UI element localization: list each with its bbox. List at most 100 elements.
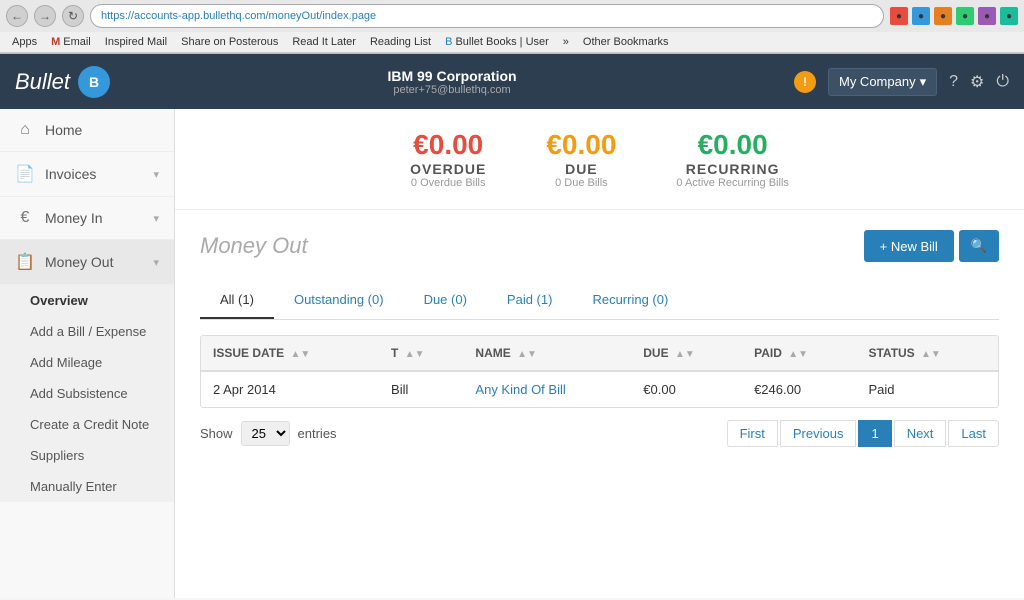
summary-overdue: €0.00 OVERDUE 0 Overdue Bills xyxy=(410,129,486,189)
browser-icons: ● ● ● ● ● ● xyxy=(890,7,1018,25)
next-page-button[interactable]: Next xyxy=(894,420,947,447)
settings-button[interactable]: ⚙ xyxy=(970,72,984,92)
sidebar-item-money-in[interactable]: € Money In ▾ xyxy=(0,197,174,240)
tab-recurring[interactable]: Recurring (0) xyxy=(572,282,688,319)
cell-type: Bill xyxy=(379,371,463,407)
tab-due[interactable]: Due (0) xyxy=(404,282,487,319)
show-label: Show xyxy=(200,426,233,441)
header-actions: + New Bill 🔍 xyxy=(864,230,999,262)
sidebar-sub-credit-note[interactable]: Create a Credit Note xyxy=(0,409,174,440)
sidebar-sub-menu: Overview Add a Bill / Expense Add Mileag… xyxy=(0,285,174,502)
recurring-amount: €0.00 xyxy=(676,129,789,161)
search-button[interactable]: 🔍 xyxy=(959,230,999,262)
new-bill-button[interactable]: + New Bill xyxy=(864,230,954,262)
money-out-icon: 📋 xyxy=(15,252,35,272)
sidebar-sub-add-bill[interactable]: Add a Bill / Expense xyxy=(0,316,174,347)
invoices-icon: 📄 xyxy=(15,164,35,184)
sidebar-money-out-label: Money Out xyxy=(45,254,113,270)
first-page-button[interactable]: First xyxy=(727,420,778,447)
sidebar-sub-suppliers[interactable]: Suppliers xyxy=(0,440,174,471)
money-out-arrow: ▾ xyxy=(153,256,159,269)
sidebar-sub-overview[interactable]: Overview xyxy=(0,285,174,316)
sidebar-item-invoices[interactable]: 📄 Invoices ▾ xyxy=(0,152,174,197)
app-container: Bullet B IBM 99 Corporation peter+75@bul… xyxy=(0,54,1024,598)
company-name: IBM 99 Corporation xyxy=(387,68,516,84)
back-button[interactable]: ← xyxy=(6,5,28,27)
sort-icon-type: ▲▼ xyxy=(405,349,425,360)
browser-chrome: ← → ↻ https://accounts-app.bullethq.com/… xyxy=(0,0,1024,54)
due-amount: €0.00 xyxy=(546,129,616,161)
bookmark-more[interactable]: » xyxy=(557,34,575,50)
cell-status: Paid xyxy=(856,371,998,407)
browser-icon-6: ● xyxy=(1000,7,1018,25)
main-area: ⌂ Home 📄 Invoices ▾ € Money In ▾ 📋 Money… xyxy=(0,109,1024,598)
col-name[interactable]: NAME ▲▼ xyxy=(463,336,631,371)
overdue-label: OVERDUE xyxy=(410,161,486,177)
bookmark-apps[interactable]: Apps xyxy=(6,34,43,50)
browser-toolbar: ← → ↻ https://accounts-app.bullethq.com/… xyxy=(0,0,1024,32)
my-company-button[interactable]: My Company ▾ xyxy=(828,68,937,96)
sidebar-sub-add-mileage[interactable]: Add Mileage xyxy=(0,347,174,378)
bookmark-bullet[interactable]: BBullet Books | User xyxy=(439,34,555,50)
bookmark-other[interactable]: Other Bookmarks xyxy=(577,34,675,50)
col-paid[interactable]: PAID ▲▼ xyxy=(742,336,856,371)
previous-page-button[interactable]: Previous xyxy=(780,420,857,447)
browser-icon-3: ● xyxy=(934,7,952,25)
entries-select[interactable]: 25 xyxy=(241,421,290,446)
refresh-button[interactable]: ↻ xyxy=(62,5,84,27)
table-container: ISSUE DATE ▲▼ T ▲▼ NAME ▲▼ xyxy=(200,335,999,408)
invoices-arrow: ▾ xyxy=(153,168,159,181)
home-icon: ⌂ xyxy=(15,121,35,139)
nav-right: ! My Company ▾ ? ⚙ ⏻ xyxy=(794,68,1009,96)
show-entries: Show 25 entries xyxy=(200,421,337,446)
bookmark-posterous[interactable]: Share on Posterous xyxy=(175,34,284,50)
tab-outstanding[interactable]: Outstanding (0) xyxy=(274,282,404,319)
bills-table: ISSUE DATE ▲▼ T ▲▼ NAME ▲▼ xyxy=(201,336,998,407)
help-button[interactable]: ? xyxy=(949,73,958,91)
sidebar: ⌂ Home 📄 Invoices ▾ € Money In ▾ 📋 Money… xyxy=(0,109,175,598)
sidebar-item-home[interactable]: ⌂ Home xyxy=(0,109,174,152)
warning-icon[interactable]: ! xyxy=(794,71,816,93)
money-in-icon: € xyxy=(15,209,35,227)
bookmark-inspired-mail[interactable]: Inspired Mail xyxy=(99,34,173,50)
sort-icon-paid: ▲▼ xyxy=(788,349,808,360)
sidebar-money-in-label: Money In xyxy=(45,210,103,226)
tab-all[interactable]: All (1) xyxy=(200,282,274,319)
col-status[interactable]: STATUS ▲▼ xyxy=(856,336,998,371)
power-button[interactable]: ⏻ xyxy=(996,73,1009,91)
user-email: peter+75@bullethq.com xyxy=(393,84,510,96)
table-row: 2 Apr 2014 Bill Any Kind Of Bill €0.00 €… xyxy=(201,371,998,407)
bookmark-read-later[interactable]: Read It Later xyxy=(286,34,362,50)
cell-due: €0.00 xyxy=(631,371,742,407)
sidebar-sub-manually-enter[interactable]: Manually Enter xyxy=(0,471,174,502)
sort-icon-date: ▲▼ xyxy=(290,349,310,360)
forward-button[interactable]: → xyxy=(34,5,56,27)
money-in-arrow: ▾ xyxy=(153,212,159,225)
col-type[interactable]: T ▲▼ xyxy=(379,336,463,371)
due-label: DUE xyxy=(546,161,616,177)
bookmark-email[interactable]: MEmail xyxy=(45,34,97,50)
sidebar-sub-add-subsistence[interactable]: Add Subsistence xyxy=(0,378,174,409)
sidebar-home-label: Home xyxy=(45,122,82,138)
tab-paid[interactable]: Paid (1) xyxy=(487,282,573,319)
sort-icon-name: ▲▼ xyxy=(517,349,537,360)
sidebar-item-money-out[interactable]: 📋 Money Out ▾ xyxy=(0,240,174,285)
page-title: Money Out xyxy=(200,233,308,259)
page-1-button[interactable]: 1 xyxy=(858,420,891,447)
bill-name-link[interactable]: Any Kind Of Bill xyxy=(475,382,565,397)
entries-label: entries xyxy=(298,426,337,441)
col-due[interactable]: DUE ▲▼ xyxy=(631,336,742,371)
logo-text: Bullet xyxy=(15,69,70,95)
bookmark-reading-list[interactable]: Reading List xyxy=(364,34,437,50)
last-page-button[interactable]: Last xyxy=(948,420,999,447)
url-bar[interactable]: https://accounts-app.bullethq.com/moneyO… xyxy=(90,4,884,28)
cell-issue-date: 2 Apr 2014 xyxy=(201,371,379,407)
summary-recurring: €0.00 RECURRING 0 Active Recurring Bills xyxy=(676,129,789,189)
col-issue-date[interactable]: ISSUE DATE ▲▼ xyxy=(201,336,379,371)
browser-icon-1: ● xyxy=(890,7,908,25)
overdue-sub: 0 Overdue Bills xyxy=(410,177,486,189)
summary-bar: €0.00 OVERDUE 0 Overdue Bills €0.00 DUE … xyxy=(175,109,1024,210)
cell-name: Any Kind Of Bill xyxy=(463,371,631,407)
page-content: Money Out + New Bill 🔍 All (1) Outstandi… xyxy=(175,210,1024,467)
logo-icon[interactable]: B xyxy=(78,66,110,98)
